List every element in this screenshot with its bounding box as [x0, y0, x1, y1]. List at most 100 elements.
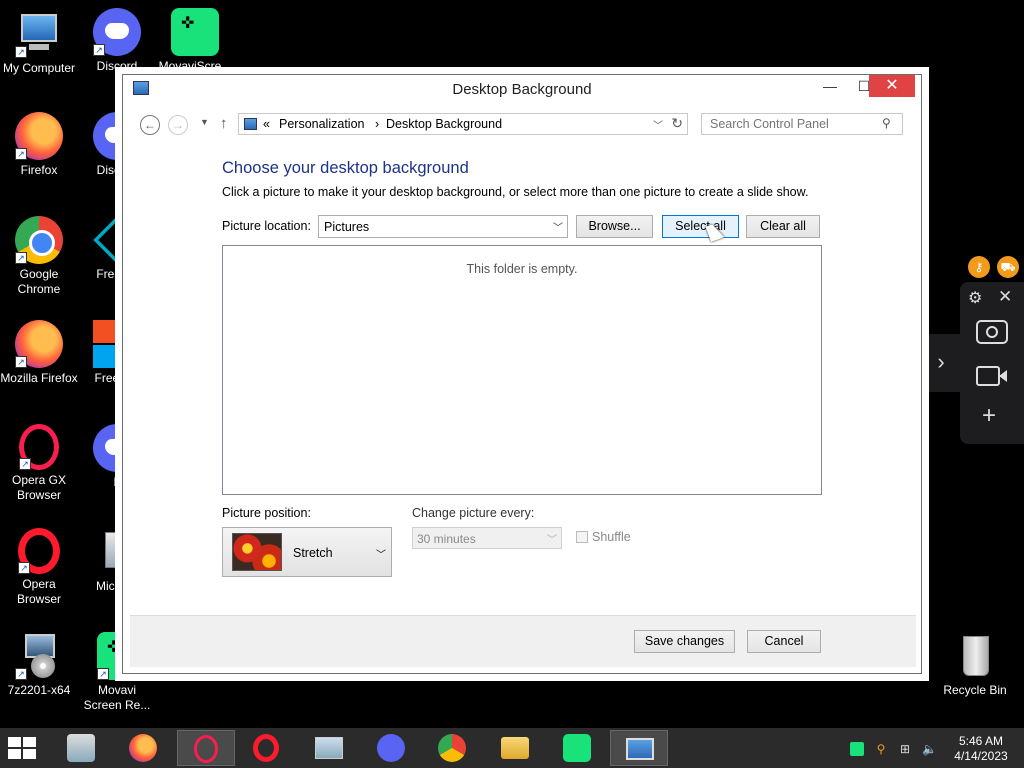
- desktop-icon-mozilla-firefox[interactable]: ↗ Mozilla Firefox: [0, 320, 78, 386]
- change-picture-select[interactable]: 30 minutes ﹀: [412, 527, 562, 549]
- cancel-button[interactable]: Cancel: [747, 630, 821, 653]
- tray-network-icon[interactable]: ⊞: [898, 742, 912, 756]
- taskbar-item-discord[interactable]: [362, 730, 420, 766]
- taskbar-item-opera[interactable]: [238, 730, 296, 766]
- recycle-bin-icon: [951, 632, 999, 680]
- picture-gallery[interactable]: This folder is empty.: [222, 245, 822, 495]
- chevron-down-icon[interactable]: ﹀: [653, 117, 663, 132]
- picture-location-select[interactable]: Pictures ﹀: [318, 215, 568, 238]
- picture-location-value: Pictures: [324, 220, 370, 234]
- forward-button[interactable]: →: [168, 115, 188, 135]
- taskbar-clock[interactable]: 5:46 AM 4/14/2023: [948, 734, 1014, 764]
- chevron-right-icon[interactable]: ›: [922, 334, 960, 392]
- breadcrumb-personalization[interactable]: Personalization: [279, 117, 364, 131]
- address-bar[interactable]: « Personalization › Desktop Background ﹀…: [238, 113, 688, 135]
- clock-date: 4/14/2023: [954, 749, 1008, 763]
- desktop-icon-discord[interactable]: ↗ Discord: [78, 8, 156, 74]
- back-button[interactable]: ←: [140, 115, 160, 135]
- clear-all-button[interactable]: Clear all: [746, 215, 820, 238]
- page-description: Click a picture to make it your desktop …: [222, 185, 809, 199]
- desktop-icon-opera[interactable]: ↗ Opera Browser: [0, 528, 78, 607]
- chevron-down-icon: ﹀: [376, 550, 386, 561]
- refresh-icon[interactable]: ↻: [671, 115, 683, 132]
- navigation-bar: ← → ▼ ↑ « Personalization › Desktop Back…: [130, 103, 916, 143]
- shortcut-arrow-icon: ↗: [15, 252, 27, 264]
- video-camera-lens-icon: [999, 370, 1007, 382]
- desktop-icon-google-chrome[interactable]: ↗ Google Chrome: [0, 216, 78, 297]
- taskbar-item-keyboard[interactable]: [300, 730, 358, 766]
- minimize-button[interactable]: —: [813, 75, 847, 97]
- control-panel-icon: [244, 118, 257, 130]
- shortcut-arrow-icon: ↗: [15, 46, 27, 58]
- picture-position-value: Stretch: [293, 546, 333, 560]
- taskbar-item-chrome[interactable]: [423, 730, 481, 766]
- picture-location-label: Picture location:: [222, 219, 311, 233]
- plus-icon[interactable]: +: [982, 402, 996, 430]
- close-button[interactable]: ✕: [869, 75, 915, 97]
- windows-logo-icon: [8, 737, 21, 747]
- opera-gx-icon: [194, 735, 218, 763]
- taskbar-item-firefox[interactable]: [114, 730, 172, 766]
- movavi-recorder-panel: ⚙ ✕ +: [960, 282, 1024, 444]
- flower-thumbnail-icon: [232, 533, 282, 571]
- tray-movavi-icon[interactable]: [850, 742, 864, 756]
- shortcut-arrow-icon: ↗: [19, 458, 31, 470]
- key-icon[interactable]: ⚷: [968, 256, 990, 278]
- tray-volume-muted-icon[interactable]: 🔈: [922, 742, 937, 756]
- main-content: Choose your desktop background Click a p…: [130, 143, 916, 615]
- firefox-icon: [129, 734, 157, 762]
- taskbar: ⚲ ⊞ 🔈 5:46 AM 4/14/2023: [0, 728, 1024, 768]
- opera-icon: ↗: [18, 528, 60, 574]
- desktop-background-window: Desktop Background — ☐ ✕ ← → ▼ ↑ « Perso…: [122, 74, 922, 674]
- search-input[interactable]: [701, 113, 903, 135]
- clock-time: 5:46 AM: [958, 734, 1004, 748]
- desktop-icon-7zip[interactable]: ↗ 7z2201-x64: [0, 632, 78, 698]
- installer-cd-icon: ↗: [15, 632, 63, 680]
- taskbar-item-control-panel[interactable]: [52, 730, 110, 766]
- picture-position-select[interactable]: Stretch ﹀: [222, 527, 392, 577]
- picture-position-label: Picture position:: [222, 506, 311, 520]
- start-button[interactable]: [8, 737, 38, 759]
- desktop-icon-firefox[interactable]: ↗ Firefox: [0, 112, 78, 178]
- chrome-icon: [438, 734, 466, 762]
- camera-icon[interactable]: [976, 320, 1008, 344]
- close-icon[interactable]: ✕: [998, 287, 1012, 307]
- taskbar-item-movavi[interactable]: [548, 730, 606, 766]
- recent-locations-dropdown[interactable]: ▼: [200, 117, 209, 127]
- change-picture-label: Change picture every:: [412, 506, 535, 520]
- control-panel-window-icon: [626, 738, 654, 760]
- search-icon[interactable]: ⚲: [882, 116, 891, 130]
- title-bar[interactable]: Desktop Background — ☐ ✕: [123, 75, 921, 103]
- desktop-icon-recycle-bin[interactable]: Recycle Bin: [936, 632, 1014, 698]
- breadcrumb-desktop-background[interactable]: Desktop Background: [386, 117, 502, 131]
- video-camera-icon[interactable]: [976, 366, 1000, 386]
- desktop-icon-opera-gx[interactable]: ↗ Opera GX Browser: [0, 424, 78, 503]
- shortcut-arrow-icon: ↗: [93, 44, 105, 56]
- keyboard-icon: [315, 737, 343, 759]
- save-changes-button[interactable]: Save changes: [634, 630, 735, 653]
- shuffle-checkbox[interactable]: Shuffle: [576, 530, 631, 544]
- select-all-button[interactable]: Select all: [662, 215, 739, 238]
- gear-icon[interactable]: ⚙: [968, 288, 982, 308]
- taskbar-item-control-panel-window[interactable]: [610, 730, 668, 766]
- taskbar-item-file-explorer[interactable]: [486, 730, 544, 766]
- window-title: Desktop Background: [452, 81, 592, 98]
- shortcut-arrow-icon: ↗: [15, 356, 27, 368]
- chevron-down-icon: ﹀: [553, 223, 563, 234]
- dialog-footer: Save changes Cancel: [130, 615, 916, 667]
- shortcut-arrow-icon: ↗: [15, 668, 27, 680]
- browse-button[interactable]: Browse...: [576, 215, 653, 238]
- control-panel-icon: [67, 734, 95, 762]
- empty-folder-message: This folder is empty.: [466, 262, 578, 276]
- cart-icon[interactable]: ⛟: [997, 256, 1019, 278]
- desktop-icon-movavi[interactable]: ✜ MovaviScre...: [156, 8, 234, 74]
- change-picture-value: 30 minutes: [417, 532, 476, 546]
- movavi-icon: ✜: [171, 8, 219, 56]
- tray-search-icon[interactable]: ⚲: [874, 742, 888, 756]
- up-button[interactable]: ↑: [220, 115, 228, 132]
- breadcrumb-overflow[interactable]: «: [263, 117, 270, 131]
- page-title: Choose your desktop background: [222, 159, 469, 177]
- desktop-icon-my-computer[interactable]: ↗ My Computer: [0, 10, 78, 76]
- taskbar-item-opera-gx[interactable]: [177, 730, 235, 766]
- movavi-icon: [563, 734, 591, 762]
